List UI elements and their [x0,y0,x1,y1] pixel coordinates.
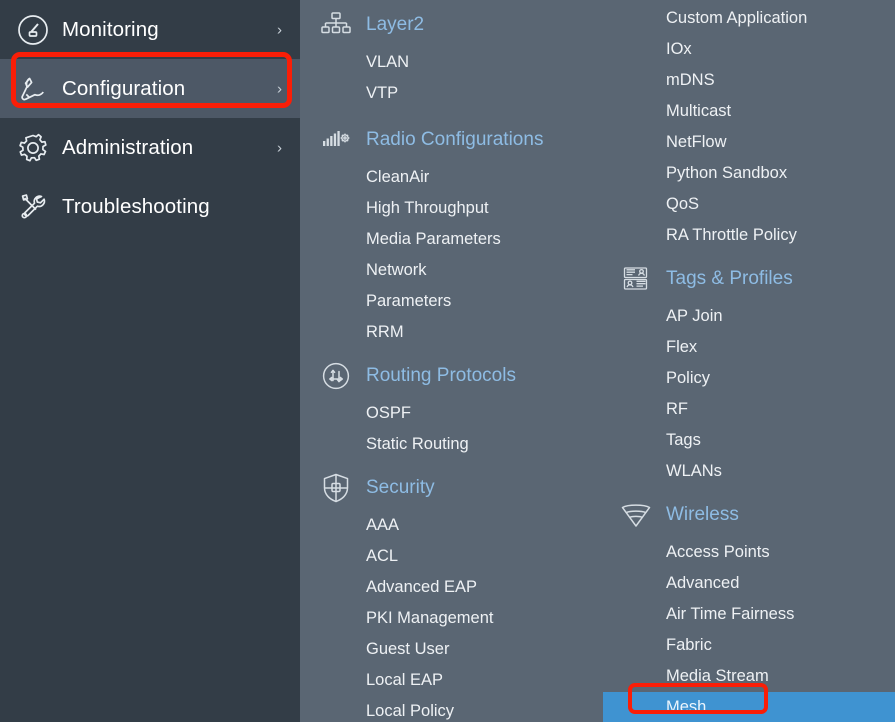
sidebar-item-label: Configuration [62,76,186,100]
menu-item-fabric[interactable]: Fabric [600,630,895,661]
sidebar-item-administration[interactable]: Administration › [0,118,300,177]
menu-item-tags[interactable]: Tags [600,425,895,456]
menu-item-multicast[interactable]: Multicast [600,96,895,127]
menu-item-acl[interactable]: ACL [300,541,600,572]
group-label: Security [366,477,435,498]
group-label: Tags & Profiles [666,268,793,289]
primary-sidebar: Monitoring › Configuration › Administrat… [0,0,300,722]
flyout-column-2: Custom Application IOx mDNS Multicast Ne… [600,0,895,722]
menu-item-flex[interactable]: Flex [600,332,895,363]
sidebar-item-troubleshooting[interactable]: Troubleshooting [0,177,300,236]
menu-item-iox[interactable]: IOx [600,34,895,65]
menu-item-custom-application[interactable]: Custom Application [600,3,895,34]
signal-gear-icon [318,122,354,158]
menu-item-media-stream[interactable]: Media Stream [600,661,895,692]
sidebar-item-label: Troubleshooting [62,194,210,218]
menu-item-rrm[interactable]: RRM [300,317,600,348]
chevron-right-icon: › [277,21,282,38]
menu-item-qos[interactable]: QoS [600,189,895,220]
navigation-screen: Monitoring › Configuration › Administrat… [0,0,895,722]
menu-item-ospf[interactable]: OSPF [300,398,600,429]
menu-item-cleanair[interactable]: CleanAir [300,162,600,193]
sidebar-item-label: Monitoring [62,17,159,41]
group-header-wireless[interactable]: Wireless [600,493,895,537]
group-header-routing-protocols[interactable]: Routing Protocols [300,354,600,398]
router-icon [318,358,354,394]
menu-item-high-throughput[interactable]: High Throughput [300,193,600,224]
menu-item-advanced[interactable]: Advanced [600,568,895,599]
sidebar-item-monitoring[interactable]: Monitoring › [0,0,300,59]
menu-item-local-eap[interactable]: Local EAP [300,665,600,696]
chevron-right-icon: › [277,80,282,97]
menu-item-ap-join[interactable]: AP Join [600,301,895,332]
menu-item-pki-management[interactable]: PKI Management [300,603,600,634]
menu-item-aaa[interactable]: AAA [300,510,600,541]
tags-profiles-icon [618,261,654,297]
menu-item-python-sandbox[interactable]: Python Sandbox [600,158,895,189]
menu-item-policy[interactable]: Policy [600,363,895,394]
wrench-icon [14,70,52,108]
group-label: Routing Protocols [366,365,516,386]
group-label: Radio Configurations [366,129,544,150]
gauge-icon [14,11,52,49]
tools-icon [14,188,52,226]
menu-item-parameters[interactable]: Parameters [300,286,600,317]
shield-icon [318,470,354,506]
chevron-right-icon: › [277,139,282,156]
group-header-layer2[interactable]: Layer2 [300,3,600,47]
menu-item-wlans[interactable]: WLANs [600,456,895,487]
menu-item-guest-user[interactable]: Guest User [300,634,600,665]
menu-item-local-policy[interactable]: Local Policy [300,696,600,722]
wifi-cone-icon [618,497,654,533]
menu-item-access-points[interactable]: Access Points [600,537,895,568]
configuration-flyout-menu: Layer2 VLAN VTP Radio Configurations Cle… [300,0,895,722]
group-header-security[interactable]: Security [300,466,600,510]
menu-item-mdns[interactable]: mDNS [600,65,895,96]
menu-item-air-time-fairness[interactable]: Air Time Fairness [600,599,895,630]
menu-item-static-routing[interactable]: Static Routing [300,429,600,460]
menu-item-advanced-eap[interactable]: Advanced EAP [300,572,600,603]
group-header-radio-configurations[interactable]: Radio Configurations [300,118,600,162]
menu-item-rf[interactable]: RF [600,394,895,425]
group-header-tags-profiles[interactable]: Tags & Profiles [600,257,895,301]
menu-item-netflow[interactable]: NetFlow [600,127,895,158]
menu-item-vtp[interactable]: VTP [300,78,600,109]
menu-item-ra-throttle-policy[interactable]: RA Throttle Policy [600,220,895,251]
menu-item-media-parameters[interactable]: Media Parameters [300,224,600,255]
menu-item-network[interactable]: Network [300,255,600,286]
gear-icon [14,129,52,167]
menu-item-mesh[interactable]: Mesh [603,692,895,722]
sidebar-item-label: Administration [62,135,194,159]
group-label: Wireless [666,504,739,525]
hierarchy-icon [318,7,354,43]
sidebar-item-configuration[interactable]: Configuration › [0,59,300,118]
group-label: Layer2 [366,14,425,35]
flyout-column-1: Layer2 VLAN VTP Radio Configurations Cle… [300,0,600,722]
menu-item-vlan[interactable]: VLAN [300,47,600,78]
